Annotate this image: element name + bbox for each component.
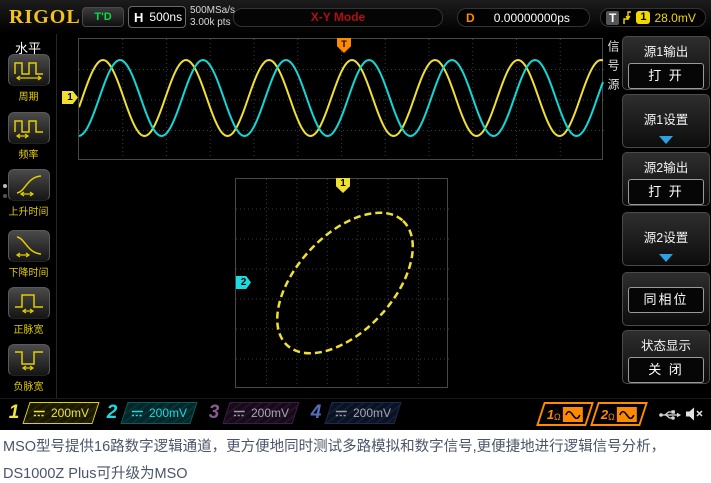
dc-coupling-icon — [233, 409, 246, 418]
measure-sidebar: 水平 周期 频率 上升时间 下降时间 正脉宽 — [0, 34, 57, 398]
channel3-badge[interactable]: 3 200mV — [204, 401, 296, 425]
menu-item-header: 源1输出 — [627, 41, 705, 60]
horizontal-delay-box[interactable]: D 0.00000000ps — [457, 8, 590, 27]
channel3-number: 3 — [204, 402, 224, 424]
trigger-edge-icon — [623, 11, 632, 25]
menu-item-header: 源2设置 — [627, 227, 705, 246]
menu-page-dot — [3, 184, 7, 188]
channel4-number: 4 — [306, 402, 326, 424]
trigger-status-badge: T'D — [82, 7, 124, 27]
sidebar-item-period[interactable]: 周期 — [0, 54, 57, 103]
sample-rate-readout: 500MSa/s 3.00k pts — [190, 5, 235, 29]
status-display-button[interactable]: 关 闭 — [628, 357, 704, 383]
signal-source-menu: 信号源 源1输出 打 开 源1设置 源2输出 打 开 源2设置 同相位 — [604, 34, 711, 398]
menu-item-source2-output: 源2输出 打 开 — [622, 152, 710, 206]
speaker-muted-icon — [685, 406, 705, 422]
menu-item-source1-output: 源1输出 打 开 — [622, 36, 710, 90]
rise-time-icon — [13, 173, 45, 197]
menu-item-header: 源1设置 — [627, 109, 705, 128]
source2-impedance: Ω — [608, 412, 615, 422]
channel2-badge[interactable]: 2 200mV — [102, 401, 194, 425]
status-top-bar: RIGOL T'D H 500ns 500MSa/s 3.00k pts X-Y… — [0, 0, 711, 34]
source2-output-button[interactable]: 打 开 — [628, 179, 704, 205]
memory-depth: 3.00k pts — [190, 17, 235, 29]
sidebar-item-frequency[interactable]: 频率 — [0, 112, 57, 161]
trigger-settings-box[interactable]: T 1 28.0mV — [600, 8, 706, 27]
rigol-logo: RIGOL — [9, 6, 81, 29]
delay-label: D — [466, 11, 475, 25]
fall-time-icon — [13, 234, 45, 258]
channel2-number: 2 — [102, 402, 122, 424]
sidebar-item-label: 上升时间 — [0, 203, 57, 218]
sidebar-item-rise-time[interactable]: 上升时间 — [0, 169, 57, 218]
period-icon — [13, 58, 45, 82]
lissajous-figure — [236, 179, 449, 389]
sidebar-item-label: 正脉宽 — [0, 321, 57, 336]
positive-pulse-width-icon — [13, 291, 45, 315]
dc-coupling-icon — [33, 409, 46, 418]
channel1-badge[interactable]: 1 200mV — [4, 401, 96, 425]
xy-mode-grid — [235, 178, 448, 388]
menu-item-same-phase: 同相位 — [622, 272, 710, 326]
menu-item-source1-settings[interactable]: 源1设置 — [622, 94, 710, 148]
channel4-badge[interactable]: 4 200mV — [306, 401, 398, 425]
horizontal-timebase-box[interactable]: H 500ns — [128, 6, 186, 28]
caption-line-1: MSO型号提供16路数字逻辑通道，更方便地同时测试多路模拟和数字信号,更便捷地进… — [3, 435, 665, 456]
source1-impedance: Ω — [554, 412, 561, 422]
sine-icon — [565, 409, 581, 419]
channel3-scale: 200mV — [251, 406, 289, 420]
trigger-label: T — [606, 11, 619, 25]
chevron-down-icon — [659, 136, 673, 144]
usb-icon — [658, 408, 682, 422]
trigger-source-badge: 1 — [636, 11, 650, 24]
source1-status-badge[interactable]: 1 Ω — [536, 402, 594, 426]
menu-item-status-display: 状态显示 关 闭 — [622, 330, 710, 384]
sidebar-item-negative-pulse-width[interactable]: 负脉宽 — [0, 344, 57, 393]
negative-pulse-width-icon — [13, 348, 45, 372]
scope-screen: RIGOL T'D H 500ns 500MSa/s 3.00k pts X-Y… — [0, 0, 711, 430]
menu-page-dot — [3, 194, 7, 198]
source1-output-button[interactable]: 打 开 — [628, 63, 704, 89]
dc-coupling-icon — [131, 409, 144, 418]
sidebar-item-positive-pulse-width[interactable]: 正脉宽 — [0, 287, 57, 336]
same-phase-button[interactable]: 同相位 — [628, 287, 704, 313]
time-domain-waveforms — [79, 39, 604, 161]
sidebar-item-label: 负脉宽 — [0, 378, 57, 393]
acquisition-mode-banner: X-Y Mode — [233, 8, 443, 27]
chevron-down-icon — [659, 254, 673, 262]
sample-rate: 500MSa/s — [190, 5, 235, 17]
delay-value: 0.00000000ps — [475, 11, 589, 25]
menu-item-header: 源2输出 — [627, 157, 705, 176]
frequency-icon — [13, 116, 45, 140]
channel2-scale: 200mV — [149, 406, 187, 420]
rigol-oscilloscope-screenshot: RIGOL T'D H 500ns 500MSa/s 3.00k pts X-Y… — [0, 0, 711, 483]
time-domain-grid — [78, 38, 603, 160]
channel1-scale: 200mV — [51, 406, 89, 420]
source2-status-badge[interactable]: 2 Ω — [590, 402, 648, 426]
sine-icon — [619, 409, 635, 419]
sidebar-item-label: 频率 — [0, 146, 57, 161]
caption-line-2: DS1000Z Plus可升级为MSO — [3, 462, 188, 483]
timebase-value: 500ns — [149, 10, 182, 24]
menu-item-header: 状态显示 — [627, 335, 705, 354]
dc-coupling-icon — [335, 409, 348, 418]
channel4-scale: 200mV — [353, 406, 391, 420]
caption-text: MSO型号提供16路数字逻辑通道，更方便地同时测试多路模拟和数字信号,更便捷地进… — [0, 430, 711, 483]
sidebar-item-label: 周期 — [0, 88, 57, 103]
channel1-number: 1 — [4, 402, 24, 424]
menu-title-vertical: 信号源 — [606, 40, 622, 97]
ch1-position-marker[interactable]: 1 — [62, 91, 78, 104]
channel-status-bar: 1 200mV 2 200mV 3 200mV 4 200mV 1 Ω 2 — [0, 398, 711, 430]
trigger-level-value: 28.0mV — [654, 11, 695, 25]
sidebar-item-fall-time[interactable]: 下降时间 — [0, 230, 57, 279]
menu-item-source2-settings[interactable]: 源2设置 — [622, 212, 710, 266]
sidebar-item-label: 下降时间 — [0, 264, 57, 279]
h-label: H — [134, 10, 143, 25]
